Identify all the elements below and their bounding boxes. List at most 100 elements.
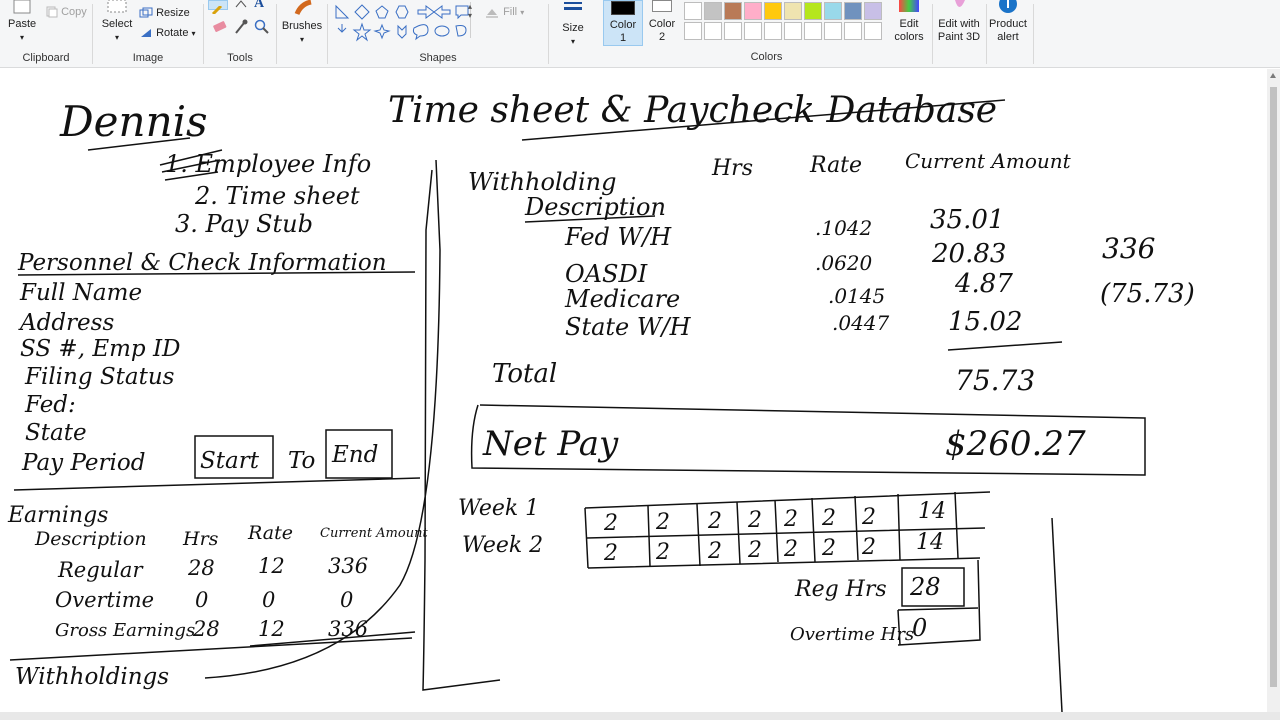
rotate-icon bbox=[141, 29, 151, 38]
colors-group-label: Colors bbox=[750, 51, 783, 63]
palette-swatch[interactable] bbox=[784, 2, 802, 20]
reg-hrs-label: Reg Hrs bbox=[794, 577, 887, 602]
horizontal-scrollbar[interactable] bbox=[0, 712, 1280, 720]
palette-swatch[interactable] bbox=[764, 22, 782, 40]
brushes-button[interactable]: Brushes ▾ bbox=[279, 0, 325, 46]
wh-fed-desc: Fed W/H bbox=[564, 223, 672, 251]
paste-chevron-icon: ▾ bbox=[19, 33, 24, 42]
shapes-gallery[interactable] bbox=[332, 2, 470, 42]
earnings-regular-desc: Regular bbox=[57, 558, 144, 582]
overtime-hrs-value: 0 bbox=[912, 614, 927, 642]
earnings-col-amount: Current Amount bbox=[320, 526, 428, 541]
field-ssn: SS #, Emp ID bbox=[20, 336, 180, 362]
palette-swatch[interactable] bbox=[804, 22, 822, 40]
timesheet-day-cell: 2 bbox=[603, 541, 618, 566]
edit-with-paint3d-button[interactable]: Edit with Paint 3D bbox=[935, 0, 983, 44]
earnings-gross-rate: 12 bbox=[258, 617, 285, 641]
earnings-gross-desc: Gross Earnings bbox=[55, 620, 195, 641]
week1-total: 14 bbox=[918, 499, 946, 524]
timesheet-day-cell: 2 bbox=[783, 507, 798, 532]
select-button[interactable]: Select ▾ bbox=[99, 0, 135, 44]
size-button[interactable]: Size ▾ bbox=[553, 0, 593, 48]
fill-bucket-icon[interactable] bbox=[234, 0, 248, 8]
copy-icon bbox=[46, 6, 58, 18]
earnings-col-rate: Rate bbox=[247, 522, 293, 544]
fill-chevron-icon: ▾ bbox=[520, 8, 525, 17]
total-amount: 75.73 bbox=[955, 364, 1035, 397]
select-label: Select bbox=[101, 18, 133, 30]
fill-icon bbox=[486, 9, 498, 19]
palette-swatch[interactable] bbox=[784, 22, 802, 40]
palette-swatch[interactable] bbox=[684, 22, 702, 40]
list-item-1: 1. Employee Info bbox=[165, 150, 371, 178]
product-alert-button[interactable]: Product alert bbox=[986, 0, 1030, 44]
image-group-label: Image bbox=[132, 52, 164, 64]
right-vertical-line bbox=[1051, 517, 1063, 713]
palette-swatch[interactable] bbox=[824, 2, 842, 20]
fill-button[interactable]: Fill ▾ bbox=[484, 6, 524, 19]
edit-colors-label-2: colors bbox=[894, 31, 924, 43]
palette-swatch[interactable] bbox=[864, 2, 882, 20]
pencil-button[interactable] bbox=[208, 0, 228, 16]
color-picker-icon[interactable] bbox=[234, 19, 248, 35]
timesheet-day-cell: 2 bbox=[747, 538, 762, 563]
rotate-label: Rotate bbox=[156, 27, 189, 39]
palette-swatch[interactable] bbox=[724, 22, 742, 40]
color1-button[interactable]: Color 1 bbox=[603, 0, 643, 46]
eraser-icon[interactable] bbox=[212, 20, 228, 34]
palette-swatch[interactable] bbox=[744, 2, 762, 20]
vertical-scrollbar[interactable] bbox=[1267, 69, 1280, 712]
palette-swatch[interactable] bbox=[724, 2, 742, 20]
palette-swatch[interactable] bbox=[844, 22, 862, 40]
timesheet-day-cell: 2 bbox=[821, 506, 836, 531]
paint-canvas[interactable]: Dennis Time sheet & Paycheck Database 1.… bbox=[0, 69, 1267, 713]
text-tool-icon[interactable]: A bbox=[254, 0, 264, 12]
fill-label: Fill bbox=[503, 6, 518, 18]
magnifier-icon[interactable] bbox=[254, 19, 270, 35]
palette-swatch[interactable] bbox=[764, 2, 782, 20]
clipboard-group: Paste ▾ Copy Clipboard bbox=[0, 0, 92, 68]
wh-medicare-desc: Medicare bbox=[564, 285, 680, 313]
palette-swatch[interactable] bbox=[824, 22, 842, 40]
resize-button[interactable]: Resize bbox=[139, 7, 190, 20]
select-icon bbox=[107, 0, 127, 13]
wh-medicare-amt: 4.87 bbox=[954, 269, 1013, 299]
brushes-label: Brushes bbox=[281, 20, 323, 32]
palette-swatch[interactable] bbox=[704, 22, 722, 40]
field-state: State bbox=[25, 420, 87, 446]
palette-swatch[interactable] bbox=[704, 2, 722, 20]
rotate-chevron-icon: ▾ bbox=[191, 29, 196, 38]
paste-button[interactable]: Paste ▾ bbox=[8, 0, 36, 44]
rotate-button[interactable]: Rotate ▾ bbox=[139, 27, 196, 40]
paste-icon bbox=[13, 0, 31, 14]
palette-swatch[interactable] bbox=[844, 2, 862, 20]
scroll-up-icon[interactable] bbox=[1270, 73, 1276, 78]
palette-swatch[interactable] bbox=[744, 22, 762, 40]
brush-icon bbox=[294, 0, 312, 16]
color1-swatch bbox=[611, 1, 635, 15]
list-item-2: 2. Time sheet bbox=[194, 182, 360, 210]
scroll-thumb[interactable] bbox=[1270, 87, 1277, 687]
palette-swatch[interactable] bbox=[684, 2, 702, 20]
wh-state-desc: State W/H bbox=[565, 313, 692, 341]
color1-num: 1 bbox=[619, 32, 627, 44]
timesheet-day-cell: 2 bbox=[783, 537, 798, 562]
earnings-heading: Earnings bbox=[7, 503, 108, 528]
earnings-col-hrs: Hrs bbox=[182, 528, 219, 550]
select-chevron-icon: ▾ bbox=[114, 33, 119, 42]
wh-fed-amt: 35.01 bbox=[930, 205, 1004, 235]
copy-button[interactable]: Copy bbox=[46, 6, 87, 19]
edit-colors-button[interactable]: Edit colors bbox=[889, 0, 929, 44]
pencil-icon bbox=[211, 4, 223, 16]
palette-swatch[interactable] bbox=[804, 2, 822, 20]
resize-icon bbox=[139, 7, 153, 18]
copy-label: Copy bbox=[61, 6, 87, 18]
total-underline bbox=[947, 341, 1063, 351]
palette-swatch[interactable] bbox=[864, 22, 882, 40]
wh-state-amt: 15.02 bbox=[948, 307, 1022, 337]
earnings-bottom-line bbox=[9, 637, 413, 661]
color2-button[interactable]: Color 2 bbox=[645, 0, 679, 44]
product-alert-label-1: Product bbox=[989, 18, 1027, 30]
start-label: Start bbox=[200, 448, 260, 474]
shapes-scroll-icon[interactable]: ▴ ▾ bbox=[468, 2, 472, 20]
